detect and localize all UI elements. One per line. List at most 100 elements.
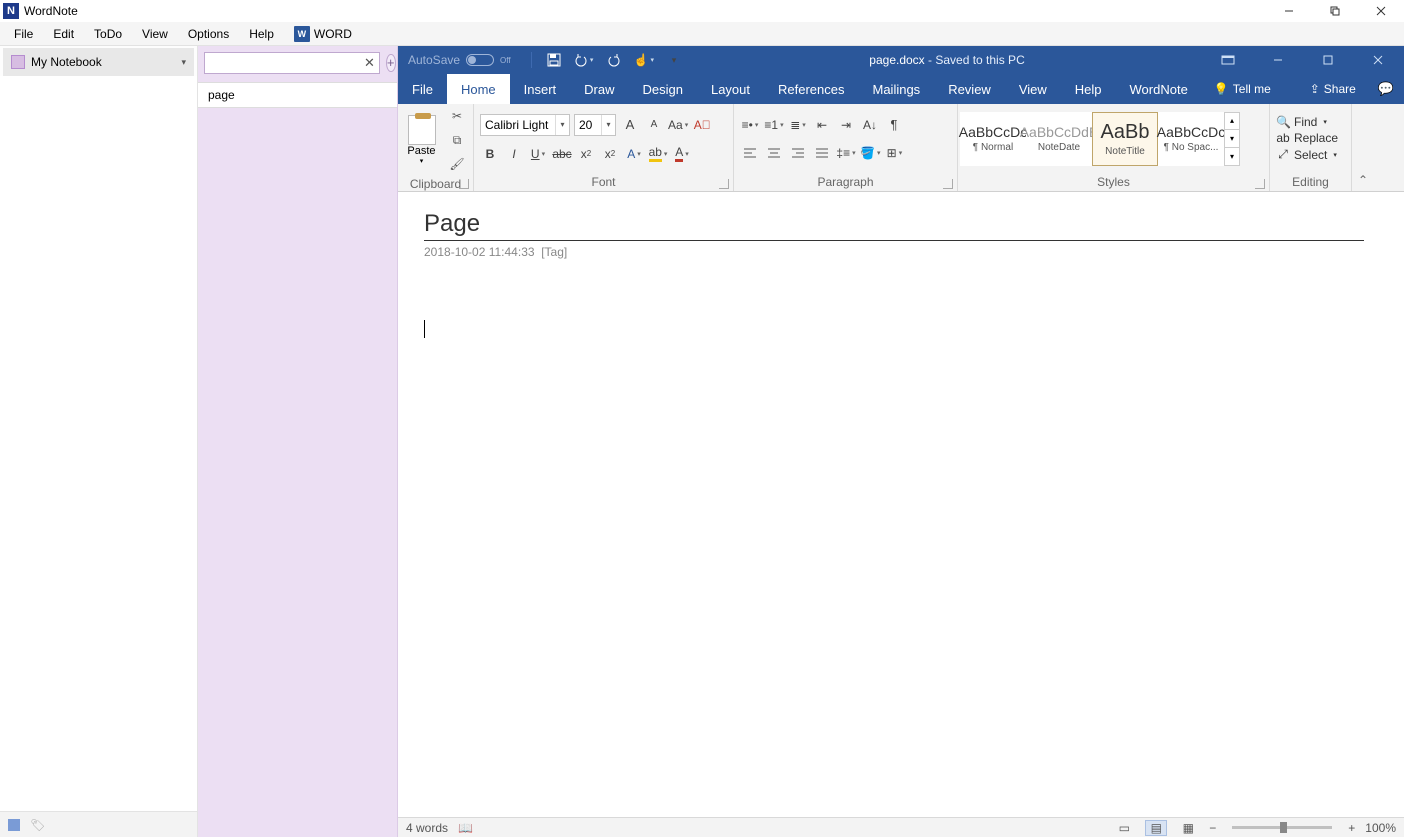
close-button[interactable] (1358, 0, 1404, 22)
tag-icon[interactable]: 🏷 (30, 818, 45, 832)
align-right-icon[interactable] (788, 143, 808, 163)
tab-layout[interactable]: Layout (697, 74, 764, 104)
menu-edit[interactable]: Edit (43, 24, 84, 44)
numbering-icon[interactable]: ≡1▾ (764, 115, 784, 135)
font-name-combo[interactable]: ▾ (480, 114, 570, 136)
font-size-input[interactable] (575, 118, 601, 132)
chevron-down-icon[interactable]: ▾ (601, 115, 615, 135)
tab-review[interactable]: Review (934, 74, 1005, 104)
find-button[interactable]: 🔍Find▾ (1276, 115, 1338, 129)
font-name-input[interactable] (481, 118, 555, 132)
print-layout-icon[interactable]: ▤ (1145, 820, 1167, 836)
increase-indent-icon[interactable]: ⇥ (836, 115, 856, 135)
grow-font-icon[interactable]: A (620, 115, 640, 135)
share-button[interactable]: ⇪ Share (1298, 74, 1368, 104)
zoom-in-button[interactable]: + (1348, 821, 1355, 835)
bullets-icon[interactable]: ≡•▾ (740, 115, 760, 135)
menu-help[interactable]: Help (239, 24, 284, 44)
tab-file[interactable]: File (398, 74, 447, 104)
cut-icon[interactable]: ✂ (447, 106, 467, 126)
strikethrough-icon[interactable]: abc (552, 144, 572, 164)
subscript-icon[interactable]: x2 (576, 144, 596, 164)
align-left-icon[interactable] (740, 143, 760, 163)
menu-options[interactable]: Options (178, 24, 239, 44)
menu-todo[interactable]: ToDo (84, 24, 132, 44)
tell-me[interactable]: 💡 Tell me (1202, 74, 1283, 104)
styles-up-icon[interactable]: ▴ (1225, 113, 1239, 131)
change-case-icon[interactable]: Aa▾ (668, 115, 688, 135)
format-painter-icon[interactable]: 🖌 (447, 154, 467, 174)
tab-help[interactable]: Help (1061, 74, 1116, 104)
read-mode-icon[interactable]: ▭ (1113, 820, 1135, 836)
align-center-icon[interactable] (764, 143, 784, 163)
word-count[interactable]: 4 words (406, 821, 448, 835)
search-input[interactable] (209, 56, 364, 70)
word-minimize-button[interactable] (1258, 46, 1298, 74)
tab-draw[interactable]: Draw (570, 74, 628, 104)
highlight-icon[interactable]: ab▾ (648, 144, 668, 164)
superscript-icon[interactable]: x2 (600, 144, 620, 164)
web-layout-icon[interactable]: ▦ (1177, 820, 1199, 836)
menu-file[interactable]: File (4, 24, 43, 44)
decrease-indent-icon[interactable]: ⇤ (812, 115, 832, 135)
zoom-out-button[interactable]: − (1209, 821, 1216, 835)
underline-icon[interactable]: U▾ (528, 144, 548, 164)
show-marks-icon[interactable]: ¶ (884, 115, 904, 135)
collapse-ribbon-icon[interactable]: ⌃ (1352, 104, 1374, 191)
replace-button[interactable]: abReplace (1276, 131, 1338, 145)
tab-view[interactable]: View (1005, 74, 1061, 104)
minimize-button[interactable] (1266, 0, 1312, 22)
style-notedate[interactable]: AaBbCcDdE NoteDate (1026, 112, 1092, 166)
dialog-launcher-icon[interactable] (459, 179, 469, 189)
dialog-launcher-icon[interactable] (1255, 179, 1265, 189)
tab-references[interactable]: References (764, 74, 858, 104)
word-maximize-button[interactable] (1308, 46, 1348, 74)
tab-home[interactable]: Home (447, 74, 510, 104)
dialog-launcher-icon[interactable] (719, 179, 729, 189)
word-ribbon-display-icon[interactable] (1208, 46, 1248, 74)
word-close-button[interactable] (1358, 46, 1398, 74)
borders-icon[interactable]: ⊞▾ (884, 143, 904, 163)
note-title[interactable]: Page (424, 210, 1364, 241)
tab-wordnote[interactable]: WordNote (1116, 74, 1202, 104)
copy-icon[interactable]: ⧉ (447, 130, 467, 150)
clear-formatting-icon[interactable]: A⃠ (692, 115, 712, 135)
paste-button[interactable]: Paste ▾ (404, 115, 439, 165)
styles-gallery-nav[interactable]: ▴ ▾ ▾ (1224, 112, 1240, 166)
tab-insert[interactable]: Insert (510, 74, 571, 104)
redo-icon[interactable] (604, 50, 624, 70)
menu-view[interactable]: View (132, 24, 178, 44)
styles-expand-icon[interactable]: ▾ (1225, 148, 1239, 165)
shading-icon[interactable]: 🪣▾ (860, 143, 880, 163)
note-tag[interactable]: [Tag] (541, 245, 567, 259)
touch-mode-icon[interactable]: ☝▾ (634, 50, 654, 70)
chevron-down-icon[interactable]: ▾ (555, 115, 569, 135)
page-list-item[interactable]: page (198, 82, 397, 108)
font-size-combo[interactable]: ▾ (574, 114, 616, 136)
clear-search-icon[interactable]: ✕ (364, 55, 375, 71)
qat-customize-icon[interactable]: ▾ (664, 50, 684, 70)
save-icon[interactable] (544, 50, 564, 70)
justify-icon[interactable] (812, 143, 832, 163)
style-normal[interactable]: AaBbCcDc ¶ Normal (960, 112, 1026, 166)
spellcheck-icon[interactable]: 📖 (458, 821, 473, 835)
sync-icon[interactable] (8, 819, 20, 831)
maximize-button[interactable] (1312, 0, 1358, 22)
add-page-button[interactable]: + (386, 54, 396, 72)
search-box[interactable]: ✕ (204, 52, 380, 74)
text-effects-icon[interactable]: A▾ (624, 144, 644, 164)
undo-icon[interactable]: ▾ (574, 50, 594, 70)
italic-icon[interactable]: I (504, 144, 524, 164)
menu-word[interactable]: W WORD (284, 23, 362, 45)
zoom-level[interactable]: 100% (1365, 821, 1396, 835)
line-spacing-icon[interactable]: ‡≡▾ (836, 143, 856, 163)
bold-icon[interactable]: B (480, 144, 500, 164)
styles-down-icon[interactable]: ▾ (1225, 130, 1239, 148)
tab-design[interactable]: Design (629, 74, 697, 104)
select-button[interactable]: ⤢Select▾ (1276, 147, 1338, 162)
comments-icon[interactable]: 💬 (1368, 74, 1404, 104)
zoom-slider[interactable] (1232, 826, 1332, 829)
multilevel-list-icon[interactable]: ≣▾ (788, 115, 808, 135)
tab-mailings[interactable]: Mailings (859, 74, 935, 104)
dialog-launcher-icon[interactable] (943, 179, 953, 189)
